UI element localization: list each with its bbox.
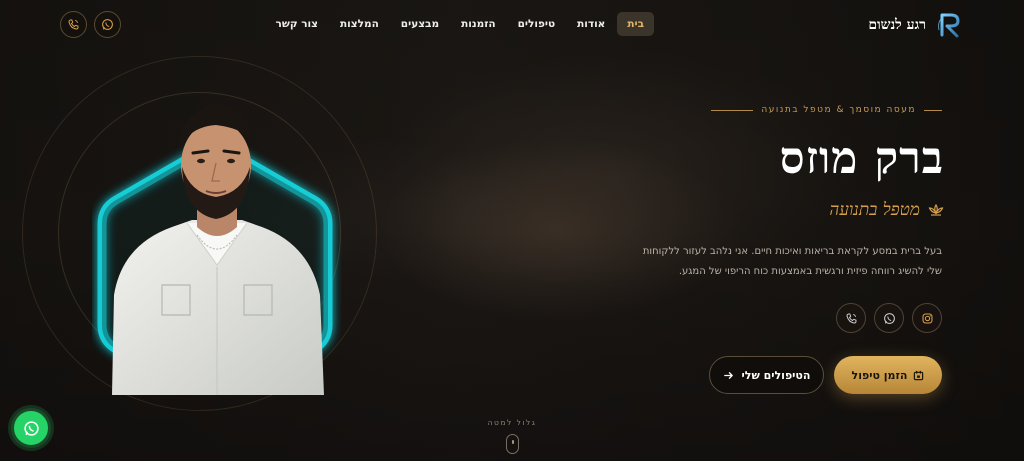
hero-bio: בעל ברית במסע לקראת בריאות ואיכות חיים. … bbox=[632, 242, 942, 282]
book-treatment-button[interactable]: הזמן טיפול bbox=[834, 356, 942, 394]
main-menu: בית אודות טיפולים הזמנות מבצעים המלצות צ… bbox=[264, 12, 654, 36]
whatsapp-icon bbox=[883, 312, 895, 324]
arrow-right-icon bbox=[723, 371, 733, 379]
brand-logo[interactable]: רגע לנשום bbox=[868, 10, 964, 40]
subtitle-rule-left bbox=[711, 109, 754, 111]
logo-icon bbox=[938, 13, 960, 38]
nav-item-about[interactable]: אודות bbox=[567, 12, 615, 36]
nav-item-deals[interactable]: מבצעים bbox=[391, 12, 449, 36]
hero-cta-group: הזמן טיפול הטיפולים שלי bbox=[709, 356, 942, 394]
top-navigation: רגע לנשום בית אודות טיפולים הזמנות מבצעי… bbox=[0, 0, 1024, 50]
hero-role-row: מטפל בתנועה bbox=[829, 200, 944, 220]
my-treatments-button[interactable]: הטיפולים שלי bbox=[709, 356, 824, 394]
hero-whatsapp-button[interactable] bbox=[874, 303, 904, 333]
my-treatments-label: הטיפולים שלי bbox=[741, 368, 811, 382]
scroll-hint-text: גלול למטה bbox=[487, 418, 537, 427]
nav-phone-button[interactable] bbox=[60, 11, 87, 38]
phone-icon bbox=[846, 313, 856, 323]
page-title: ברק מוזס bbox=[779, 133, 944, 184]
book-treatment-label: הזמן טיפול bbox=[851, 368, 908, 382]
whatsapp-icon bbox=[102, 19, 113, 30]
nav-item-bookings[interactable]: הזמנות bbox=[451, 12, 506, 36]
phone-icon bbox=[68, 19, 79, 30]
whatsapp-icon bbox=[23, 420, 39, 436]
mouse-icon bbox=[505, 434, 519, 454]
nav-item-treatments[interactable]: טיפולים bbox=[508, 12, 566, 36]
floating-whatsapp-button[interactable] bbox=[11, 408, 51, 448]
hero-social-icons bbox=[836, 303, 942, 333]
nav-item-contact[interactable]: צור קשר bbox=[266, 12, 328, 36]
instagram-button[interactable] bbox=[912, 303, 942, 333]
calendar-icon bbox=[914, 370, 924, 380]
nav-whatsapp-button[interactable] bbox=[94, 11, 121, 38]
hero-subtitle-row: מעסה מוסמך & מטפל בתנועה bbox=[711, 105, 942, 115]
instagram-icon bbox=[922, 313, 932, 323]
scroll-indicator[interactable]: גלול למטה bbox=[462, 418, 562, 454]
subtitle-rule-right bbox=[924, 109, 942, 111]
therapist-portrait bbox=[97, 103, 333, 395]
nav-item-home[interactable]: בית bbox=[617, 12, 654, 36]
hero-subtitle: מעסה מוסמך & מטפל בתנועה bbox=[761, 105, 916, 115]
brand-name: רגע לנשום bbox=[868, 16, 926, 33]
hero-role: מטפל בתנועה bbox=[829, 200, 920, 220]
hero-bio-line-1: בעל ברית במסע לקראת בריאות ואיכות חיים. … bbox=[642, 246, 942, 257]
hero-phone-button[interactable] bbox=[836, 303, 866, 333]
lotus-icon bbox=[928, 203, 944, 216]
nav-item-testimonials[interactable]: המלצות bbox=[330, 12, 389, 36]
hero-bio-line-2: שלי להשיג רווחה פיזית ורגשית באמצעות כוח… bbox=[678, 266, 942, 277]
nav-contact-icons bbox=[60, 11, 121, 38]
